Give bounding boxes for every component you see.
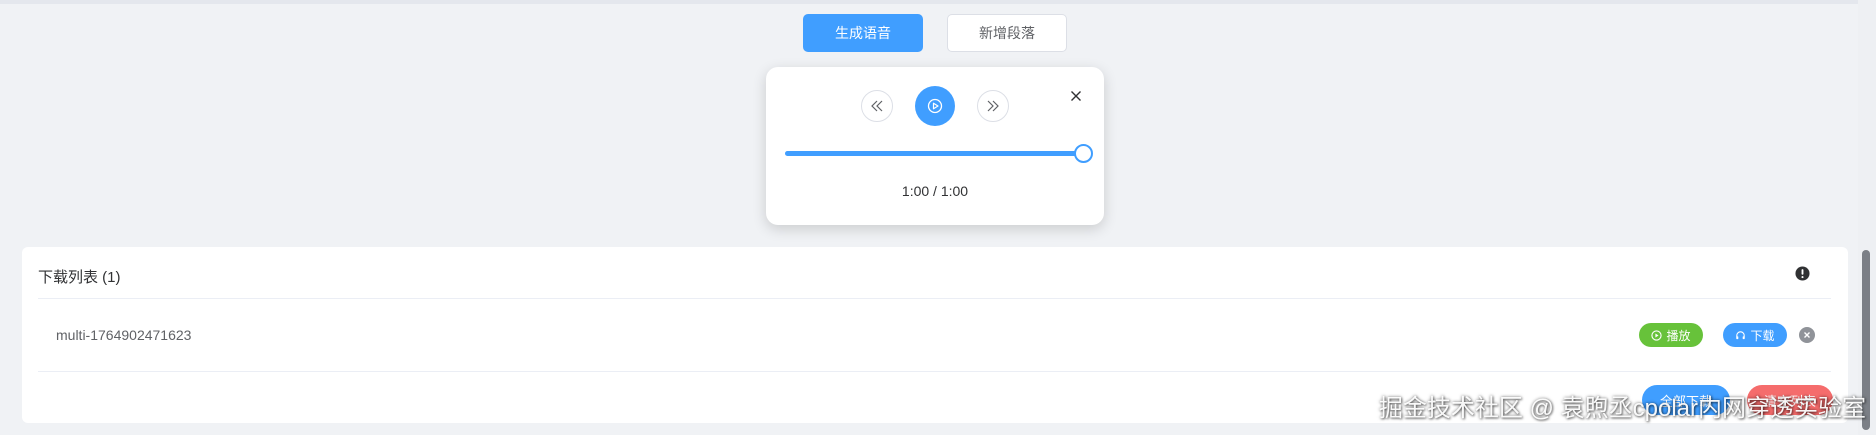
divider [38,298,1831,299]
close-icon [1804,332,1810,338]
watermark: 掘金技术社区 @ 袁煦丞cpolar内网穿透实验室 [1378,395,1866,422]
audio-player-popup: 1:00 / 1:00 [766,67,1104,225]
top-strip [0,0,1876,4]
playback-time: 1:00 / 1:00 [901,183,969,199]
close-button[interactable] [1068,88,1084,104]
close-icon [1071,91,1081,101]
play-button[interactable] [915,86,955,126]
play-item-label: 播放 [1666,328,1691,343]
generate-voice-button[interactable]: 生成语音 [803,14,923,52]
info-icon[interactable] [1795,266,1810,281]
double-chevron-right-icon [987,100,999,112]
download-item-button[interactable]: 下载 [1723,323,1787,347]
download-list-title: 下载列表 (1) [38,269,121,286]
progress-slider[interactable] [785,144,1093,163]
remove-item-button[interactable] [1799,327,1815,343]
download-item-name: multi-1764902471623 [56,327,192,343]
divider [38,371,1831,372]
double-chevron-left-icon [871,100,883,112]
right-rail [1858,0,1876,435]
previous-button[interactable] [861,90,893,122]
add-paragraph-button[interactable]: 新增段落 [947,14,1067,52]
headphones-icon [1736,330,1746,339]
next-button[interactable] [977,90,1009,122]
play-circle-icon [927,98,943,114]
progress-fill [785,151,1083,156]
download-item-label: 下载 [1750,328,1775,343]
progress-handle[interactable] [1074,144,1093,163]
play-item-button[interactable]: 播放 [1639,323,1703,347]
play-circle-icon [1651,329,1663,341]
